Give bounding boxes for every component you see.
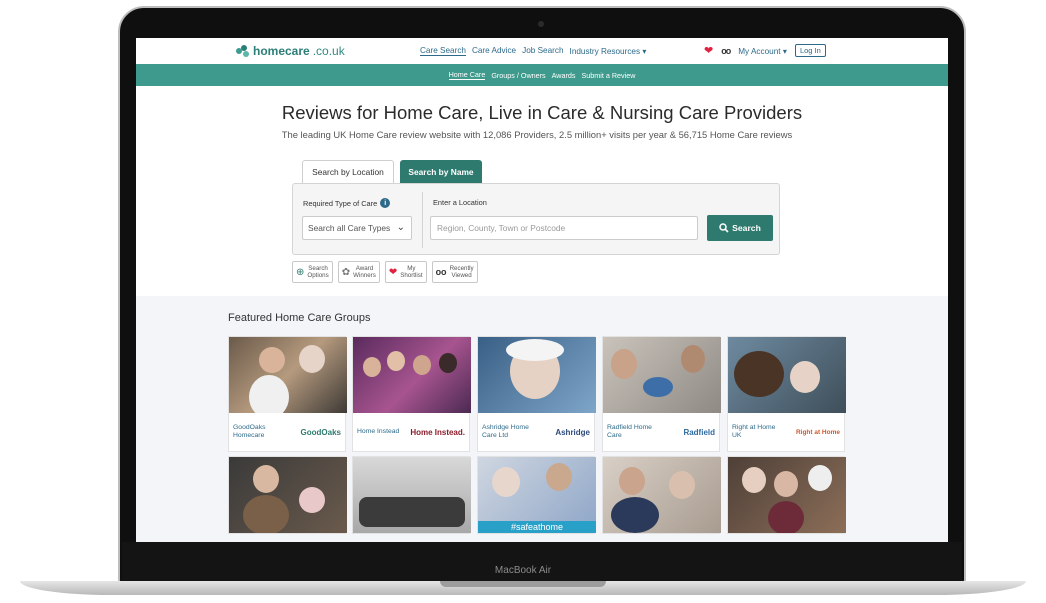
heart-icon: ❤: [388, 266, 398, 278]
card-caption: #safeathome: [478, 521, 596, 533]
page-title: Reviews for Home Care, Live in Care & Nu…: [281, 102, 803, 123]
magnifier-plus-icon: ⊕: [296, 266, 305, 278]
search-options-button[interactable]: ⊕ Search Options: [292, 261, 333, 283]
award-icon: ✿: [341, 266, 351, 278]
camera-icon: [538, 21, 544, 27]
search-panel: Required Type of Care i Search all Care …: [292, 183, 780, 255]
pill-line2: Options: [307, 272, 329, 279]
quick-links: ⊕ Search Options ✿ Award Winners ❤ My Short…: [292, 261, 478, 283]
card-photo: [603, 457, 721, 533]
care-type-label-wrap: Required Type of Care i: [303, 198, 391, 208]
featured-card[interactable]: [602, 456, 721, 534]
location-label: Enter a Location: [433, 198, 487, 207]
logo-brand: homecare: [253, 44, 310, 58]
card-photo: [478, 337, 596, 413]
award-winners-button[interactable]: ✿ Award Winners: [337, 261, 380, 283]
card-logo: Radfield: [683, 427, 715, 437]
featured-card-right-at-home[interactable]: Right at Home UK Right at Home: [727, 336, 846, 452]
card-photo: [603, 337, 721, 413]
my-shortlist-button[interactable]: ❤ My Shortlist: [384, 261, 427, 283]
site-logo[interactable]: homecare .co.uk: [236, 44, 345, 58]
pill-line2: Shortlist: [400, 272, 423, 279]
pill-line1: My: [407, 265, 416, 272]
featured-card-ashridge[interactable]: Ashridge Home Care Ltd Ashridge: [477, 336, 596, 452]
featured-card[interactable]: [352, 456, 471, 534]
info-icon[interactable]: i: [380, 198, 391, 208]
card-name: Home Instead: [357, 428, 400, 435]
recently-viewed-icon[interactable]: oo: [721, 46, 731, 56]
tab-search-by-name[interactable]: Search by Name: [400, 160, 482, 183]
pill-text: Search Options: [307, 265, 328, 279]
search-button[interactable]: Search: [707, 215, 773, 241]
main-nav: Care Search Care Advice Job Search Indus…: [420, 46, 646, 56]
care-type-select[interactable]: Search all Care Types ⌄: [302, 216, 412, 240]
account-nav: ❤ oo My Account ▾ Log In: [704, 44, 826, 57]
card-photo: #safeathome: [478, 457, 596, 533]
featured-card[interactable]: [727, 456, 846, 534]
pill-text: Award Winners: [353, 265, 376, 279]
subnav-home-care[interactable]: Home Care: [448, 70, 486, 80]
card-logo: Ashridge: [555, 427, 590, 437]
card-name: Right at Home UK: [732, 424, 776, 439]
card-logo: Right at Home: [795, 428, 840, 436]
pill-line1: Award: [355, 265, 374, 272]
laptop-bezel: [122, 542, 962, 584]
card-name: Ashridge Home Care Ltd: [482, 424, 529, 439]
nav-care-advice[interactable]: Care Advice: [472, 46, 516, 56]
care-type-label: Required Type of Care: [303, 198, 378, 208]
login-button[interactable]: Log In: [794, 44, 826, 57]
sub-navbar: Home Care Groups / Owners Awards Submit …: [136, 64, 948, 86]
device-label: MacBook Air: [494, 565, 552, 576]
subnav-submit-review[interactable]: Submit a Review: [581, 71, 635, 80]
laptop-notch: [440, 581, 606, 587]
logo-domain: .co.uk: [312, 44, 345, 58]
card-photo: [728, 457, 846, 533]
product-mockup: MacBook Air homecare .co.uk Care Search C…: [0, 0, 1046, 603]
featured-card-goodoaks[interactable]: GoodOaks Homecare GoodOaks: [228, 336, 347, 452]
featured-card[interactable]: #safeathome: [477, 456, 596, 534]
pill-line1: Search: [308, 265, 328, 272]
recently-viewed-button[interactable]: oo Recently Viewed: [431, 261, 478, 283]
card-photo: [353, 337, 471, 413]
card-name: Radfield Home Care: [607, 424, 652, 439]
card-photo: [728, 337, 846, 413]
search-button-label: Search: [732, 223, 761, 233]
featured-card-radfield[interactable]: Radfield Home Care Radfield: [602, 336, 721, 452]
pill-text: Recently Viewed: [450, 265, 474, 279]
shortlist-heart-icon[interactable]: ❤: [704, 44, 713, 57]
card-photo: [229, 457, 347, 533]
page-subtitle: The leading UK Home Care review website …: [281, 129, 793, 140]
care-type-value: Search all Care Types: [308, 223, 391, 233]
eyes-icon: oo: [435, 266, 447, 277]
pill-line2: Viewed: [451, 272, 472, 279]
pill-line2: Winners: [353, 272, 376, 279]
chevron-down-icon: ⌄: [396, 222, 405, 233]
featured-card[interactable]: [228, 456, 347, 534]
tab-search-by-location[interactable]: Search by Location: [302, 160, 394, 183]
card-photo: [353, 457, 471, 533]
nav-care-search[interactable]: Care Search: [420, 46, 466, 56]
top-navbar: homecare .co.uk Care Search Care Advice J…: [136, 38, 948, 64]
card-logo: Home Instead.: [410, 427, 465, 437]
pill-line1: Recently: [449, 265, 474, 272]
location-input[interactable]: [430, 216, 698, 240]
card-name: GoodOaks Homecare: [233, 424, 266, 439]
card-logo: GoodOaks: [300, 427, 341, 437]
nav-job-search[interactable]: Job Search: [522, 46, 563, 56]
browser-screen: homecare .co.uk Care Search Care Advice J…: [136, 38, 948, 542]
nav-industry-resources[interactable]: Industry Resources ▾: [570, 46, 647, 56]
featured-card-home-instead[interactable]: Home Instead Home Instead.: [352, 336, 471, 452]
subnav-awards[interactable]: Awards: [552, 71, 576, 80]
subnav-groups[interactable]: Groups / Owners: [491, 71, 545, 80]
card-photo: [229, 337, 347, 413]
my-account-link[interactable]: My Account ▾: [738, 46, 787, 56]
search-icon: [719, 223, 729, 233]
logo-icon: [236, 45, 250, 57]
featured-title: Featured Home Care Groups: [228, 312, 371, 324]
panel-divider: [422, 192, 423, 248]
pill-text: My Shortlist: [400, 265, 422, 279]
